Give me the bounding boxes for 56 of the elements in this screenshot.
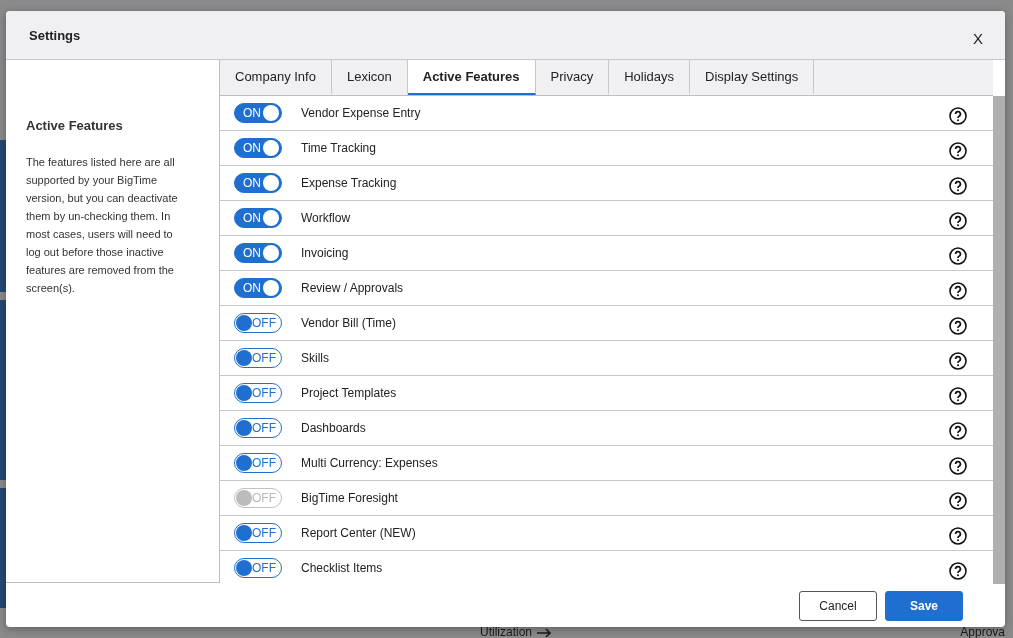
feature-name: Checklist Items [301,561,384,575]
toggle-switch[interactable]: ON [234,138,282,158]
toggle-switch[interactable]: OFF [234,348,282,368]
toggle-switch[interactable]: ON [234,243,282,263]
help-icon[interactable] [949,247,967,265]
feature-name: Dashboards [301,421,367,435]
help-icon[interactable] [949,527,967,545]
tab[interactable]: Company Info [220,60,332,95]
help-icon[interactable] [949,212,967,230]
feature-name: Workflow [301,211,352,225]
help-icon[interactable] [949,352,967,370]
help-icon[interactable] [949,457,967,475]
feature-name: Expense Tracking [301,176,398,190]
save-button[interactable]: Save [885,590,963,621]
help-icon[interactable] [949,492,967,510]
toggle-switch[interactable]: OFF [234,453,282,473]
toggle-switch[interactable]: ON [234,208,282,228]
feature-name: Review / Approvals [301,281,405,295]
tab[interactable]: Active Features [407,60,536,95]
help-icon[interactable] [949,107,967,125]
toggle-switch[interactable]: OFF [234,313,282,333]
help-icon[interactable] [949,422,967,440]
help-icon[interactable] [949,387,967,405]
tab[interactable]: Lexicon [331,60,408,95]
feature-name: Multi Currency: Expenses [301,456,439,470]
cancel-button[interactable]: Cancel [799,590,877,621]
tab[interactable]: Privacy [535,60,610,95]
help-icon[interactable] [949,562,967,580]
feature-name: Invoicing [301,246,350,260]
tab[interactable]: Display Settings [690,60,815,95]
feature-name: Time Tracking [301,141,377,155]
dialog-title: Settings [29,27,81,43]
background-label: Utilization [480,627,553,638]
help-icon[interactable] [949,282,967,300]
feature-name: BigTime Foresight [301,491,399,505]
toggle-switch[interactable]: ON [234,173,282,193]
scrollbar[interactable] [993,96,1005,584]
toggle-switch[interactable]: OFF [234,383,282,403]
sidebar-heading: Active Features [26,118,124,133]
toggle-switch[interactable]: OFF [234,523,282,543]
close-button[interactable]: X [973,29,983,47]
feature-name: Vendor Expense Entry [301,106,422,120]
feature-name: Skills [301,351,330,365]
toggle-switch[interactable]: ON [234,278,282,298]
background-label: Approva [960,627,1005,638]
feature-name: Vendor Bill (Time) [301,316,397,330]
tab[interactable]: Holidays [609,60,691,95]
feature-name: Report Center (NEW) [301,526,417,540]
help-icon[interactable] [949,177,967,195]
help-icon[interactable] [949,142,967,160]
toggle-switch[interactable]: OFF [234,418,282,438]
toggle-switch[interactable]: OFF [234,558,282,578]
feature-name: Project Templates [301,386,398,400]
sidebar-description: The features listed here are all supported by your BigTime version, but you can deactivate them by un-checking them. In most cases, users will need to log out before those inactive features are removed from the screen(s). [26,155,179,296]
help-icon[interactable] [949,317,967,335]
toggle-switch[interactable]: ON [234,103,282,123]
